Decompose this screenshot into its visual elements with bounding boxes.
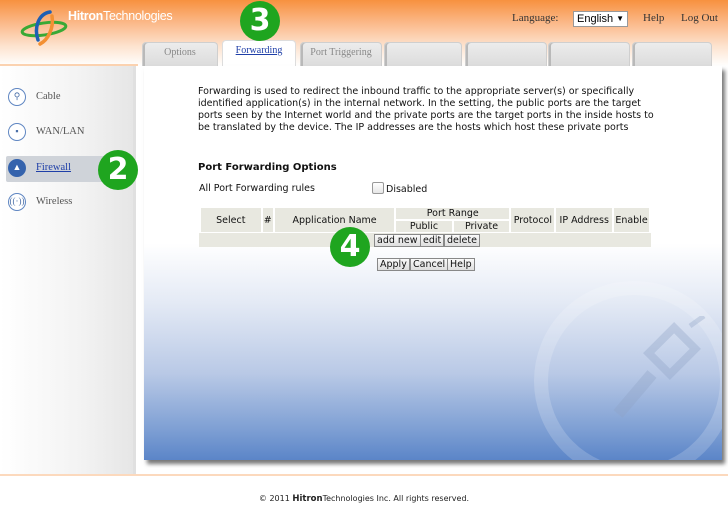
step-marker-4: 4 [330,227,370,267]
col-port-range: Port Range [396,208,510,219]
footer-divider [0,474,728,476]
sidebar-item-label: Cable [36,91,61,102]
help-link[interactable]: Help [643,12,664,24]
tab-port-triggering[interactable]: Port Triggering [300,42,382,66]
logout-link[interactable]: Log Out [681,12,718,24]
footer-rights: Inc. All rights reserved. [376,494,470,503]
forwarding-description: Forwarding is used to redirect the inbou… [198,86,654,133]
apply-button[interactable]: Apply [377,258,410,271]
sidebar-item-wan-lan[interactable]: ▪ WAN/LAN [6,120,134,146]
tab-empty-3[interactable] [548,42,630,66]
tab-options[interactable]: Options [142,42,218,66]
col-application-name: Application Name [274,208,395,232]
col-select: Select [201,208,261,232]
disabled-label: Disabled [386,184,428,195]
sidebar-item-label: WAN/LAN [36,126,85,137]
tab-forwarding[interactable]: Forwarding [222,40,296,67]
help-button[interactable]: Help [447,258,475,271]
disabled-checkbox[interactable] [372,182,384,194]
brand-rest: Technologies [103,9,173,23]
port-forwarding-table: Select # Application Name Port Range Pro… [199,206,651,234]
col-private: Private [453,221,510,232]
sidebar-item-cable[interactable]: ⚲ Cable [6,85,134,111]
sidebar-item-label: Firewall [36,162,71,173]
plug-watermark-icon [613,316,706,418]
tab-empty-1[interactable] [384,42,462,66]
wrench-icon: ⚲ [8,88,26,106]
language-select[interactable]: English ▼ [573,11,628,27]
col-protocol: Protocol [511,208,555,232]
tab-empty-4[interactable] [632,42,712,66]
add-new-button[interactable]: add new [374,234,421,247]
footer-brand-bold: Hitron [292,494,323,504]
footer-copyright: © 2011 [258,494,290,503]
all-rules-label: All Port Forwarding rules [199,183,315,194]
footer-brand-rest: Technologies [322,494,374,503]
cancel-button[interactable]: Cancel [410,258,449,271]
col-number: # [262,208,273,232]
brand-bold: Hitron [68,9,103,23]
sidebar-item-wireless[interactable]: ((·)) Wireless [6,190,134,216]
network-icon: ▪ [8,123,26,141]
dropdown-arrow-icon: ▼ [616,14,624,23]
sidebar-item-label: Wireless [36,196,73,207]
brand-name: HitronTechnologies [68,9,173,23]
step-marker-2: 2 [98,150,138,190]
edit-button[interactable]: edit [420,234,445,247]
delete-button[interactable]: delete [444,234,480,247]
footer: © 2011 HitronTechnologies Inc. All right… [0,494,728,504]
language-value: English [577,13,614,25]
wireless-icon: ((·)) [8,193,26,211]
language-label: Language: [512,12,559,24]
section-title: Port Forwarding Options [198,162,337,173]
col-public: Public [396,221,452,232]
firewall-icon: ▲ [8,159,26,177]
hitron-logo-icon [20,10,68,46]
col-enable: Enable [614,208,649,232]
step-marker-3: 3 [240,1,280,41]
col-ip-address: IP Address [556,208,612,232]
tab-empty-2[interactable] [465,42,547,66]
